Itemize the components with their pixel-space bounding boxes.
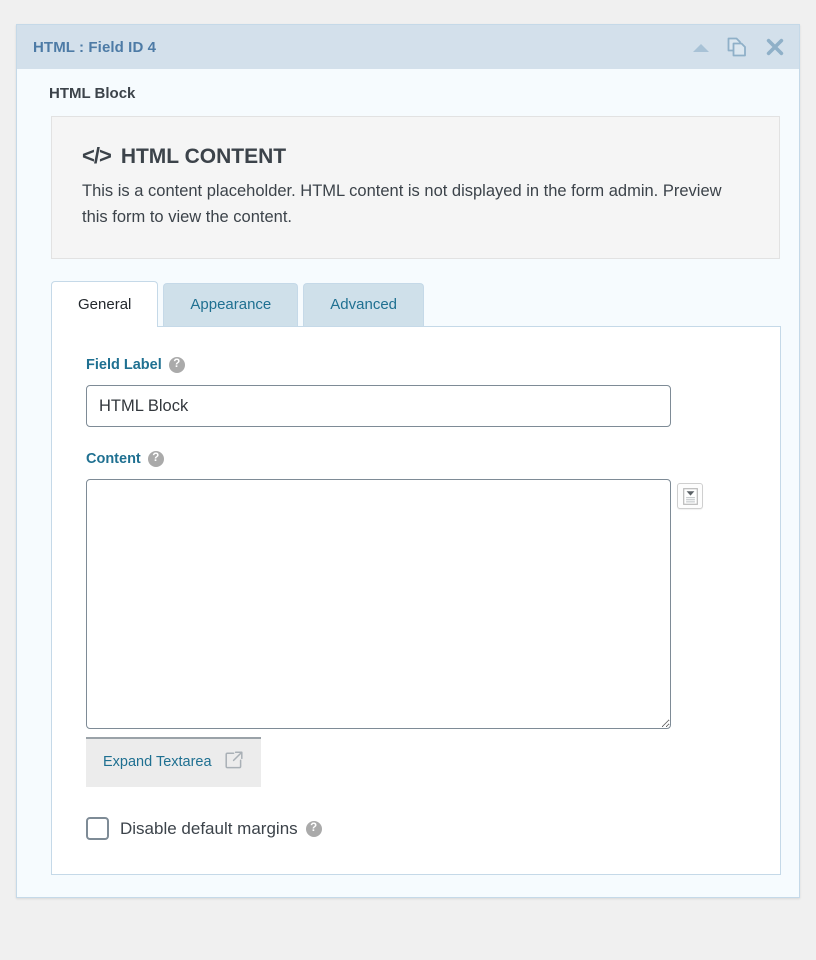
duplicate-icon[interactable] — [725, 35, 749, 59]
disable-default-margins-row: Disable default margins ? — [86, 817, 746, 841]
panel-body: HTML Block </> HTML CONTENT This is a co… — [17, 69, 799, 897]
placeholder-description: This is a content placeholder. HTML cont… — [82, 182, 722, 226]
html-field-settings-panel: HTML : Field ID 4 HTML Block </> HTML CO… — [16, 24, 800, 899]
panel-header: HTML : Field ID 4 — [17, 25, 799, 69]
content-textarea[interactable] — [86, 479, 671, 730]
html-content-placeholder: </> HTML CONTENT This is a content place… — [51, 116, 780, 260]
tab-appearance[interactable]: Appearance — [163, 283, 299, 327]
expand-textarea-label: Expand Textarea — [103, 754, 212, 771]
tab-strip: General Appearance Advanced — [51, 281, 781, 328]
expand-textarea-button[interactable]: Expand Textarea — [86, 737, 261, 788]
placeholder-heading-row: </> HTML CONTENT — [82, 143, 749, 169]
disable-default-margins-label: Disable default margins — [120, 818, 298, 838]
disable-default-margins-label-row: Disable default margins ? — [120, 819, 322, 839]
field-label-input[interactable] — [86, 385, 671, 428]
tab-general[interactable]: General — [51, 281, 159, 328]
panel-header-actions — [693, 35, 785, 59]
disable-default-margins-help-icon[interactable]: ? — [305, 820, 322, 837]
code-icon: </> — [82, 143, 112, 168]
field-label-label: Field Label — [86, 357, 162, 374]
expand-icon — [224, 750, 244, 774]
field-label-help-icon[interactable]: ? — [168, 357, 185, 374]
collapse-icon[interactable] — [693, 42, 709, 52]
field-label-label-row: Field Label ? — [86, 357, 746, 374]
block-title: HTML Block — [49, 85, 136, 102]
disable-default-margins-checkbox[interactable] — [86, 817, 109, 841]
collapse-triangle-icon — [693, 44, 709, 52]
content-help-icon[interactable]: ? — [147, 451, 164, 468]
content-label-row: Content ? — [86, 451, 746, 468]
content-label: Content — [86, 451, 141, 468]
panel-title: HTML : Field ID 4 — [33, 38, 157, 56]
close-icon[interactable] — [765, 37, 785, 57]
placeholder-heading: HTML CONTENT — [120, 145, 287, 168]
settings-tabs: General Appearance Advanced Field Label … — [51, 281, 781, 876]
tab-advanced[interactable]: Advanced — [303, 283, 424, 327]
tab-panel-general: Field Label ? Content ? — [51, 326, 781, 876]
content-textarea-row — [86, 479, 746, 730]
insert-merge-tag-icon[interactable] — [677, 483, 703, 510]
